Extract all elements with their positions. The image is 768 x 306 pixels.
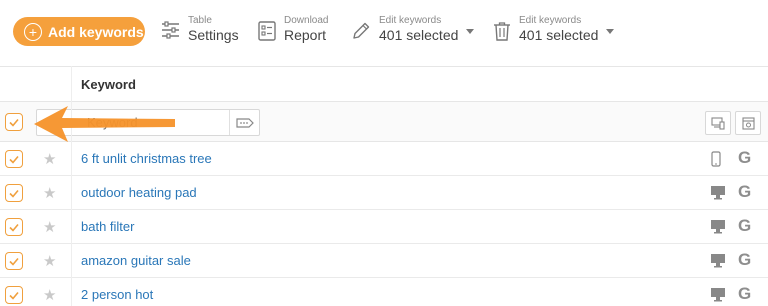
table-settings-small: Table xyxy=(188,15,212,26)
check-icon xyxy=(9,257,19,266)
edit-keywords-2-small: Edit keywords xyxy=(519,15,582,26)
desktop-icon xyxy=(711,254,725,268)
report-icon xyxy=(258,21,276,41)
desktop-icon xyxy=(711,186,725,200)
add-keywords-button[interactable]: + Add keywords xyxy=(13,17,145,46)
row-checkbox[interactable] xyxy=(5,218,23,236)
edit-keywords-2-big: 401 selected xyxy=(519,27,599,43)
star-icon[interactable]: ★ xyxy=(43,286,56,304)
chevron-down-icon xyxy=(606,29,615,34)
row-checkbox[interactable] xyxy=(5,286,23,304)
toolbar: + Add keywords Table Settings Download R… xyxy=(0,0,768,66)
row-checkbox[interactable] xyxy=(5,150,23,168)
keyword-link[interactable]: 6 ft unlit christmas tree xyxy=(81,151,212,166)
table-row: ★ amazon guitar sale G xyxy=(0,244,768,278)
browser-icon xyxy=(741,116,755,130)
google-icon: G xyxy=(738,284,752,303)
mobile-icon xyxy=(711,151,721,167)
table-row: ★ outdoor heating pad G xyxy=(0,176,768,210)
star-icon[interactable]: ★ xyxy=(43,252,56,270)
device-filter-button[interactable] xyxy=(705,111,731,135)
check-icon xyxy=(9,223,19,232)
search-engine-filter-button[interactable] xyxy=(735,111,761,135)
tag-icon[interactable] xyxy=(229,110,259,135)
google-icon: G xyxy=(738,250,752,269)
check-icon xyxy=(9,189,19,198)
row-checkbox[interactable] xyxy=(5,252,23,270)
star-icon[interactable]: ★ xyxy=(43,184,56,202)
desktop-icon xyxy=(711,288,725,302)
edit-keywords-button-1[interactable]: Edit keywords 401 selected xyxy=(351,15,475,44)
keyword-link[interactable]: amazon guitar sale xyxy=(81,253,191,268)
keyword-link[interactable]: outdoor heating pad xyxy=(81,185,197,200)
google-icon: G xyxy=(738,182,752,201)
chevron-down-icon xyxy=(466,29,475,34)
edit-keywords-1-small: Edit keywords xyxy=(379,15,442,26)
download-small: Download xyxy=(284,15,329,26)
edit-keywords-1-big: 401 selected xyxy=(379,27,459,43)
pencil-icon xyxy=(353,22,370,39)
sliders-icon xyxy=(162,21,179,39)
table-settings-big: Settings xyxy=(188,27,239,43)
download-report-button[interactable]: Download Report xyxy=(258,15,328,44)
table-row: ★ 6 ft unlit christmas tree G xyxy=(0,142,768,176)
table-settings-button[interactable]: Table Settings xyxy=(161,15,239,44)
annotation-arrow xyxy=(34,106,175,142)
keyword-link[interactable]: bath filter xyxy=(81,219,134,234)
plus-circle-icon: + xyxy=(24,22,42,41)
check-icon xyxy=(9,155,19,164)
google-icon: G xyxy=(738,216,752,235)
table-row: ★ 2 person hot G xyxy=(0,278,768,306)
star-icon[interactable]: ★ xyxy=(43,218,56,236)
add-keywords-label: Add keywords xyxy=(48,23,144,40)
download-big: Report xyxy=(284,27,327,43)
google-icon: G xyxy=(738,148,752,167)
table-row: ★ bath filter G xyxy=(0,210,768,244)
edit-keywords-button-2[interactable]: Edit keywords 401 selected xyxy=(493,15,615,44)
devices-icon xyxy=(711,116,725,130)
check-icon xyxy=(9,291,19,300)
keyword-column-header[interactable]: Keyword xyxy=(81,77,136,92)
desktop-icon xyxy=(711,220,725,234)
star-icon[interactable]: ★ xyxy=(43,150,56,168)
row-checkbox[interactable] xyxy=(5,184,23,202)
keyword-link[interactable]: 2 person hot xyxy=(81,287,153,302)
trash-icon xyxy=(494,22,510,41)
